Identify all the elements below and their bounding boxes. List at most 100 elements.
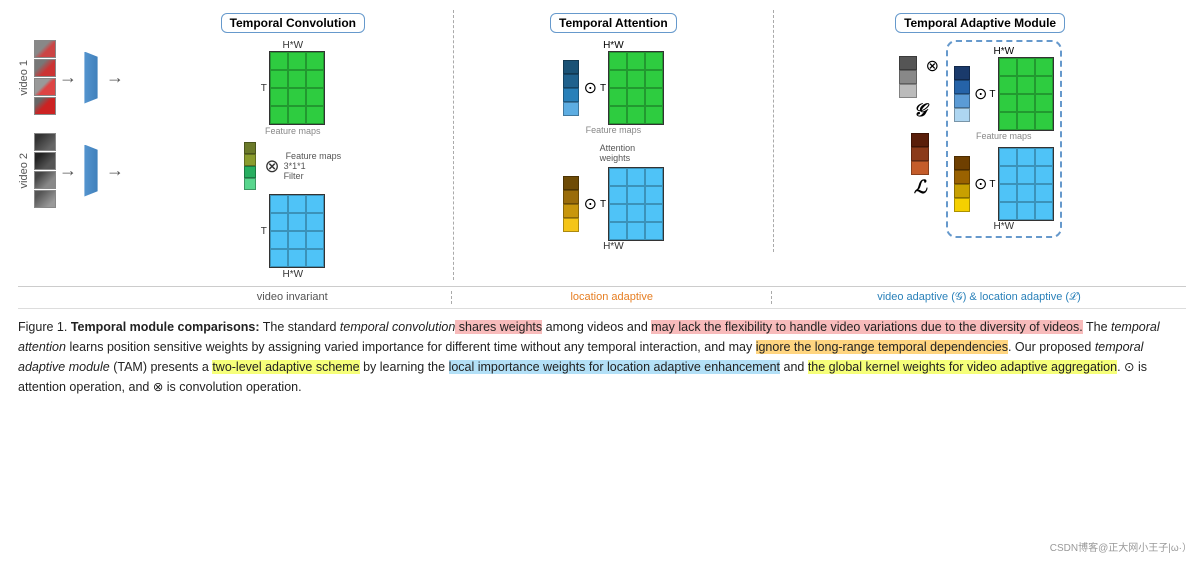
tc-filter-area: ⊗ Feature maps 3*1*1 Filter [244,142,341,190]
video2-frame3 [34,171,56,189]
watermark: CSDN博客@正大网小王子|ω·） [1050,539,1192,554]
tam-l-vec2 [954,156,970,212]
tc-t-label1: T [261,83,267,94]
tam-header: Temporal Adaptive Module [895,14,1065,32]
ta-header: Temporal Attention [550,14,677,32]
arrow4: → [106,160,124,181]
tam-featmap1: Feature maps [976,131,1032,141]
tam-t1: T [989,89,995,100]
tam-title: Temporal Adaptive Module [895,13,1065,33]
tam-main-row: ⊗ 𝒢 [899,40,1062,238]
cnn-block2 [80,145,102,197]
ta-odot2: ⊙ [584,194,597,214]
ta-odot1: ⊙ [584,78,597,98]
tam-blue-wrap1: T [989,147,1053,221]
caption-text4: learns position sensitive weights by ass… [66,340,756,354]
cnn-block1 [80,52,102,104]
diagram-area: video 1 → → video 2 [18,10,1186,397]
ta-video2-row: ⊙ T [563,167,665,241]
ta-video1-area: H*W ⊙ T [563,40,665,135]
tam-l-vectors [911,133,929,175]
arrow2: → [106,67,124,88]
tam-video1-row: ⊙ T [954,57,1054,131]
ta-green-grid1 [608,51,664,125]
tc-hw-label1: H*W [283,40,304,51]
tam-video2-row: ⊙ T [954,147,1054,221]
caption-hlorange1: ignore the long-range temporal dependenc… [756,340,1008,354]
tam-gl-vectors: ⊗ [899,56,942,98]
video2-frame2 [34,152,56,170]
ta-title: Temporal Attention [550,13,677,33]
video2-label: video 2 [18,153,30,188]
video1-block: video 1 → → [18,40,133,115]
tam-hw2: H*W [993,221,1014,232]
tam-blue-grid1 [998,147,1054,221]
tam-l-label: ℒ [914,177,927,198]
arrow1: → [59,67,77,88]
tam-green-grid1 [998,57,1054,131]
tam-gl-labels: 𝒢 [914,100,927,121]
tam-hw1: H*W [993,46,1014,57]
caption-italic1: temporal convolution [340,320,455,334]
tam-video1-area: H*W ⊙ T [954,46,1054,141]
ta-t2: T [600,199,606,210]
tam-video2-area: ⊙ T [954,147,1054,232]
caption-text1: The standard [260,320,340,334]
video2-frames [34,133,56,208]
video-inputs-column: video 1 → → video 2 [18,10,133,218]
caption-text7: by learning the [360,360,449,374]
caption-hlred1: shares weights [455,320,542,334]
caption-text3: The [1083,320,1111,334]
tc-title: Temporal Convolution [221,13,365,33]
ta-green-wrap1: T [600,51,664,125]
tc-filter-vec [244,142,256,190]
arrow3: → [59,160,77,181]
tc-video1-area: H*W T Feature maps [261,40,325,136]
caption-hlblue1: local importance weights for location ad… [449,360,780,374]
bottom-labels-row: video invariant location adaptive video … [18,291,1186,309]
figure-caption: Figure 1. Temporal module comparisons: T… [18,317,1186,397]
tam-green-wrap1: T [989,57,1053,131]
tc-otimes: ⊗ [264,156,279,177]
ta-t1: T [600,83,606,94]
caption-text5: . Our proposed [1008,340,1095,354]
caption-hlyellow2: the global kernel weights for video adap… [808,360,1117,374]
temporal-adaptive-section: Temporal Adaptive Module ⊗ [774,10,1186,238]
ta-attn-vec2 [563,176,579,232]
caption-text6: (TAM) presents a [110,360,213,374]
video2-frame1 [34,133,56,151]
tam-t2: T [989,179,995,190]
tam-dashed-box: H*W ⊙ T [946,40,1062,238]
tc-video2-row: T [261,194,325,268]
tam-otimes1: ⊗ [926,56,939,76]
ta-blue-wrap1: T [600,167,664,241]
video1-frame1 [34,40,56,58]
caption-hlred2: may lack the flexibility to handle video… [651,320,1082,334]
ta-featmap1: Feature maps [586,125,642,135]
video1-label: video 1 [18,60,30,95]
video1-frame4 [34,97,56,115]
caption-text2: among videos and [542,320,651,334]
tc-video1-row: T [261,51,325,125]
tc-blue-grid1 [269,194,325,268]
tam-l-vector [911,133,929,175]
tc-filter-name: 3*1*1 Filter [284,161,306,181]
video2-frame4 [34,190,56,208]
ta-hw2: H*W [603,241,624,252]
page-wrapper: video 1 → → video 2 [0,0,1204,564]
label-location-adaptive: location adaptive [452,291,771,304]
video2-block: video 2 → → [18,133,133,208]
video1-frames [34,40,56,115]
caption-hlyellow1: two-level adaptive scheme [212,360,359,374]
ta-video2-area: ⊙ T H*W [563,167,665,252]
video1-frame2 [34,59,56,77]
label-video-invariant: video invariant [133,291,452,304]
ta-blue-grid1 [608,167,664,241]
label-video-adaptive: video adaptive (𝒢) & location adaptive (… [772,291,1186,304]
caption-text8: and [780,360,808,374]
tc-featmap1: Feature maps [265,126,321,136]
temporal-convolution-section: Temporal Convolution H*W T [133,10,454,280]
caption-figure-label: Figure 1. [18,320,67,334]
tc-t-label2: T [261,226,267,237]
ta-attn-label: Attentionweights [600,143,636,163]
